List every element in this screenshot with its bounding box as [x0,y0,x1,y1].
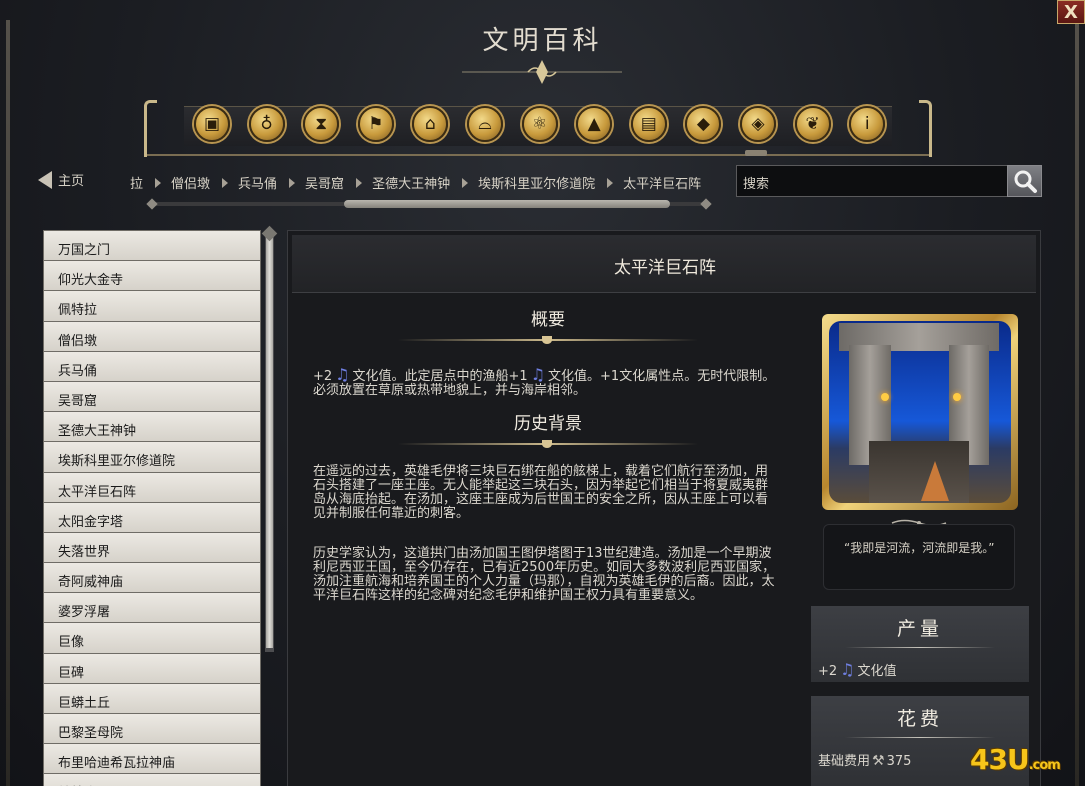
breadcrumb-item[interactable]: 拉 [130,173,143,192]
list-item[interactable]: 巨像 [43,622,261,653]
site-watermark-logo: 43U.com [970,743,1061,776]
list-item[interactable]: 布里哈迪希瓦拉神庙 [43,743,261,774]
list-item[interactable]: 婆罗浮屠 [43,592,261,623]
breadcrumb-separator-icon [222,177,229,188]
watermark-main: 43U [970,743,1030,776]
culture-note-icon: ♫ [840,660,855,679]
culture-note-icon: ♫ [335,365,350,384]
category-cube-icon[interactable]: ▣ [194,106,230,142]
search-icon [1014,170,1037,193]
yield-amount: +2 [818,664,838,679]
list-scroll-thumb[interactable] [266,238,273,648]
breadcrumb-separator-icon [607,177,614,188]
cost-value: 375 [886,754,912,769]
history-heading: 历史背景 [514,414,582,434]
breadcrumb-item[interactable]: 僧侣墩 [171,173,210,192]
hammer-icon: ⚒ [872,753,885,769]
culture-note-icon: ♫ [530,365,546,384]
breadcrumb-item[interactable]: 埃斯科里亚尔修道院 [478,173,595,192]
breadcrumb: 拉 僧侣墩 兵马俑 吴哥窟 圣德大王神钟 埃斯科里亚尔修道院 太平洋巨石阵 [130,173,701,192]
breadcrumb-item[interactable]: 圣德大王神钟 [372,173,450,192]
category-atom-icon[interactable]: ⚛ [521,106,558,142]
city-icon: ▤ [640,113,657,134]
yield-line: +2 ♫ 文化值 [811,648,1029,679]
hourglass-icon: ⧗ [315,113,328,134]
list-item[interactable]: 太平洋巨石阵 [43,471,261,502]
category-hourglass-icon[interactable]: ⧗ [303,106,340,142]
summary-amount: +2 [313,369,333,384]
list-item[interactable]: 奇阿威神庙 [43,562,261,593]
cup-icon: ♁ [260,113,273,134]
breadcrumb-separator-icon [289,177,296,188]
list-item[interactable]: 巨蟒土丘 [43,682,261,713]
back-arrow-icon [38,170,52,189]
category-flag-icon[interactable]: ⚑ [357,106,394,142]
list-item[interactable]: 巴黎圣母院 [43,713,261,744]
category-book-icon[interactable]: ⌓ [467,106,503,142]
cost-heading: 花费 [896,708,943,730]
temple-icon: ⌂ [424,113,436,134]
atom-icon: ⚛ [531,113,548,134]
summary-text-part-1: 文化值。此定居点中的渔船+1 [352,369,528,384]
cube-icon: ▣ [203,113,221,134]
breadcrumb-separator-icon [155,177,162,188]
list-item[interactable]: 失落世界 [43,531,261,563]
watermark-suffix: .com [1028,758,1061,773]
quote-box: “我即是河流，河流即是我。” [823,524,1015,590]
category-cup-icon[interactable]: ♁ [248,106,285,142]
list-item[interactable]: 圣德大王神钟 [43,411,261,442]
yield-heading: 产量 [896,618,943,640]
stone-arch-image [829,321,1011,503]
list-item[interactable]: 帕特农 [43,773,261,786]
yield-panel: 产量 +2 ♫ 文化值 [811,606,1029,682]
title-ornament [462,60,622,84]
list-item[interactable]: 吴哥窟 [43,380,261,412]
list-item[interactable]: 巨碑 [43,652,261,683]
book-icon: ⌓ [478,113,492,134]
mountain-icon: ▲ [587,113,601,134]
breadcrumb-item[interactable]: 兵马俑 [238,173,277,192]
breadcrumb-separator-icon [356,177,363,188]
search-input[interactable]: 搜索 [736,165,1008,197]
category-info-icon[interactable]: i [849,106,886,142]
yield-label: 文化值 [857,664,897,679]
pages-icon: ◈ [751,113,765,134]
breadcrumb-item[interactable]: 吴哥窟 [305,173,344,192]
home-label: 主页 [58,174,85,189]
history-divider [398,440,698,448]
flag-icon: ⚑ [368,113,384,134]
wonder-portrait [822,314,1018,510]
category-mountain-icon[interactable]: ▲ [576,106,613,142]
search-button[interactable] [1007,165,1042,197]
list-item[interactable]: 仰光大金寺 [43,260,261,291]
summary-heading: 概要 [531,310,565,330]
summary-text: +2 ♫ 文化值。此定居点中的渔船+1 ♫ 文化值。+1文化属性点。无时代限制。必须放置… [313,365,779,398]
breadcrumb-separator-icon [462,177,469,188]
page-title: 文明百科 [482,26,603,56]
list-item[interactable]: 太阳金字塔 [43,501,261,532]
info-icon: i [864,113,870,134]
breadcrumb-scroll-thumb[interactable] [344,200,670,208]
summary-divider [398,336,698,344]
home-link[interactable]: 主页 [38,170,84,189]
history-paragraph-2: 历史学家认为，这道拱门由汤加国王图伊塔图于13世纪建造。汤加是一个早期波利尼西亚… [313,546,776,603]
list-item[interactable]: 万国之门 [43,230,261,261]
history-paragraph-1: 在遥远的过去，英雄毛伊将三块巨石绑在船的舷梯上，载着它们航行至汤加，用石头搭建了… [313,464,769,521]
wonder-list: 万国之门 仰光大金寺 佩特拉 僧侣墩 兵马俑 吴哥窟 圣德大王神钟 埃斯科里亚尔修道院 太平洋巨… [43,230,261,786]
breadcrumb-item[interactable]: 太平洋巨石阵 [623,173,701,192]
list-item[interactable]: 僧侣墩 [43,320,261,351]
dove-icon: ❦ [805,113,820,134]
list-item[interactable]: 佩特拉 [43,290,261,321]
article-title: 太平洋巨石阵 [614,258,716,278]
category-city-icon[interactable]: ▤ [630,106,667,142]
selected-category-indicator [745,150,767,156]
diamond-icon: ◆ [696,113,710,134]
cost-label: 基础费用 [818,754,871,769]
category-pages-icon[interactable]: ◈ [740,106,776,142]
list-item[interactable]: 兵马俑 [43,350,261,381]
category-dove-icon[interactable]: ❦ [794,106,831,142]
list-item[interactable]: 埃斯科里亚尔修道院 [43,441,261,472]
